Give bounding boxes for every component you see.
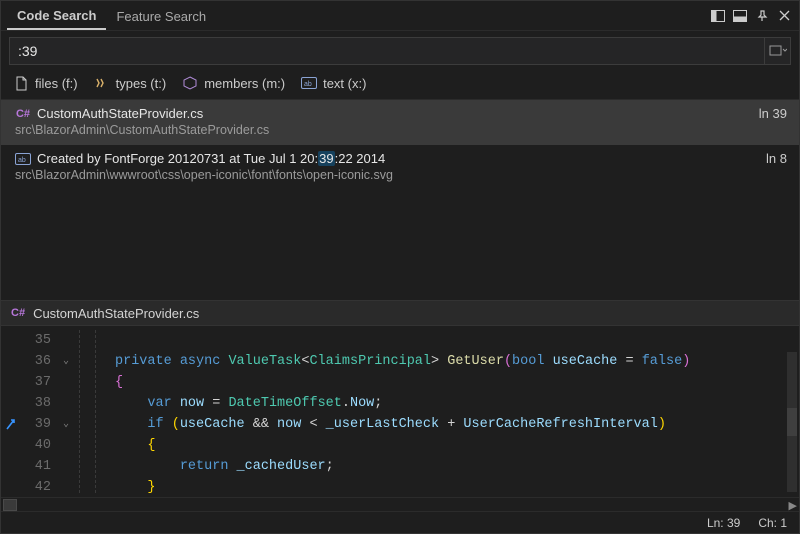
csharp-icon: C# [11, 307, 25, 319]
search-dropdown-button[interactable] [764, 38, 790, 64]
result-line: ln 8 [766, 151, 787, 166]
tab-feature-search[interactable]: Feature Search [106, 3, 216, 29]
search-input[interactable] [10, 39, 764, 63]
svg-text:ab: ab [18, 157, 26, 164]
indent-guides [75, 326, 107, 497]
status-line: Ln: 39 [707, 516, 740, 530]
result-path: src\BlazorAdmin\wwwroot\css\open-iconic\… [15, 168, 787, 182]
panel-left-icon[interactable] [709, 7, 727, 25]
filter-members[interactable]: members (m:) [182, 75, 285, 91]
preview-header: C# CustomAuthStateProvider.cs [1, 300, 799, 326]
result-item[interactable]: C# CustomAuthStateProvider.cs ln 39 src\… [1, 100, 799, 145]
filter-members-label: members (m:) [204, 76, 285, 91]
text-icon: ab [301, 75, 317, 91]
csharp-icon: C# [15, 107, 31, 121]
result-line: ln 39 [759, 106, 787, 121]
status-bar: Ln: 39 Ch: 1 [1, 511, 799, 533]
code-editor[interactable]: 353637383940414243 ⌄⌄ private async Valu… [1, 326, 799, 497]
text-badge-icon: ab [15, 152, 31, 166]
scroll-right-arrow[interactable]: ▶ [789, 499, 797, 512]
filter-files[interactable]: files (f:) [13, 75, 78, 91]
scrollbar-thumb[interactable] [3, 499, 17, 511]
filter-text-label: text (x:) [323, 76, 366, 91]
status-col: Ch: 1 [758, 516, 787, 530]
panel-bottom-icon[interactable] [731, 7, 749, 25]
result-title: Created by FontForge 20120731 at Tue Jul… [37, 151, 385, 166]
filter-types[interactable]: types (t:) [94, 75, 167, 91]
result-title: CustomAuthStateProvider.cs [37, 106, 203, 121]
minimap[interactable] [787, 352, 797, 492]
filter-types-label: types (t:) [116, 76, 167, 91]
filter-files-label: files (f:) [35, 76, 78, 91]
members-icon [182, 75, 198, 91]
fold-gutter[interactable]: ⌄⌄ [57, 326, 75, 497]
preview-filename: CustomAuthStateProvider.cs [33, 306, 199, 321]
code-content[interactable]: private async ValueTask<ClaimsPrincipal>… [107, 326, 799, 497]
filter-text[interactable]: ab text (x:) [301, 75, 366, 91]
result-path: src\BlazorAdmin\CustomAuthStateProvider.… [15, 123, 787, 137]
horizontal-scrollbar[interactable]: ▶ [1, 497, 799, 511]
line-gutter: 353637383940414243 [1, 326, 57, 497]
svg-text:ab: ab [304, 81, 312, 88]
file-icon [13, 75, 29, 91]
types-icon [94, 75, 110, 91]
close-icon[interactable] [775, 7, 793, 25]
pin-icon[interactable] [753, 7, 771, 25]
tab-code-search[interactable]: Code Search [7, 2, 106, 30]
result-item[interactable]: ab Created by FontForge 20120731 at Tue … [1, 145, 799, 190]
